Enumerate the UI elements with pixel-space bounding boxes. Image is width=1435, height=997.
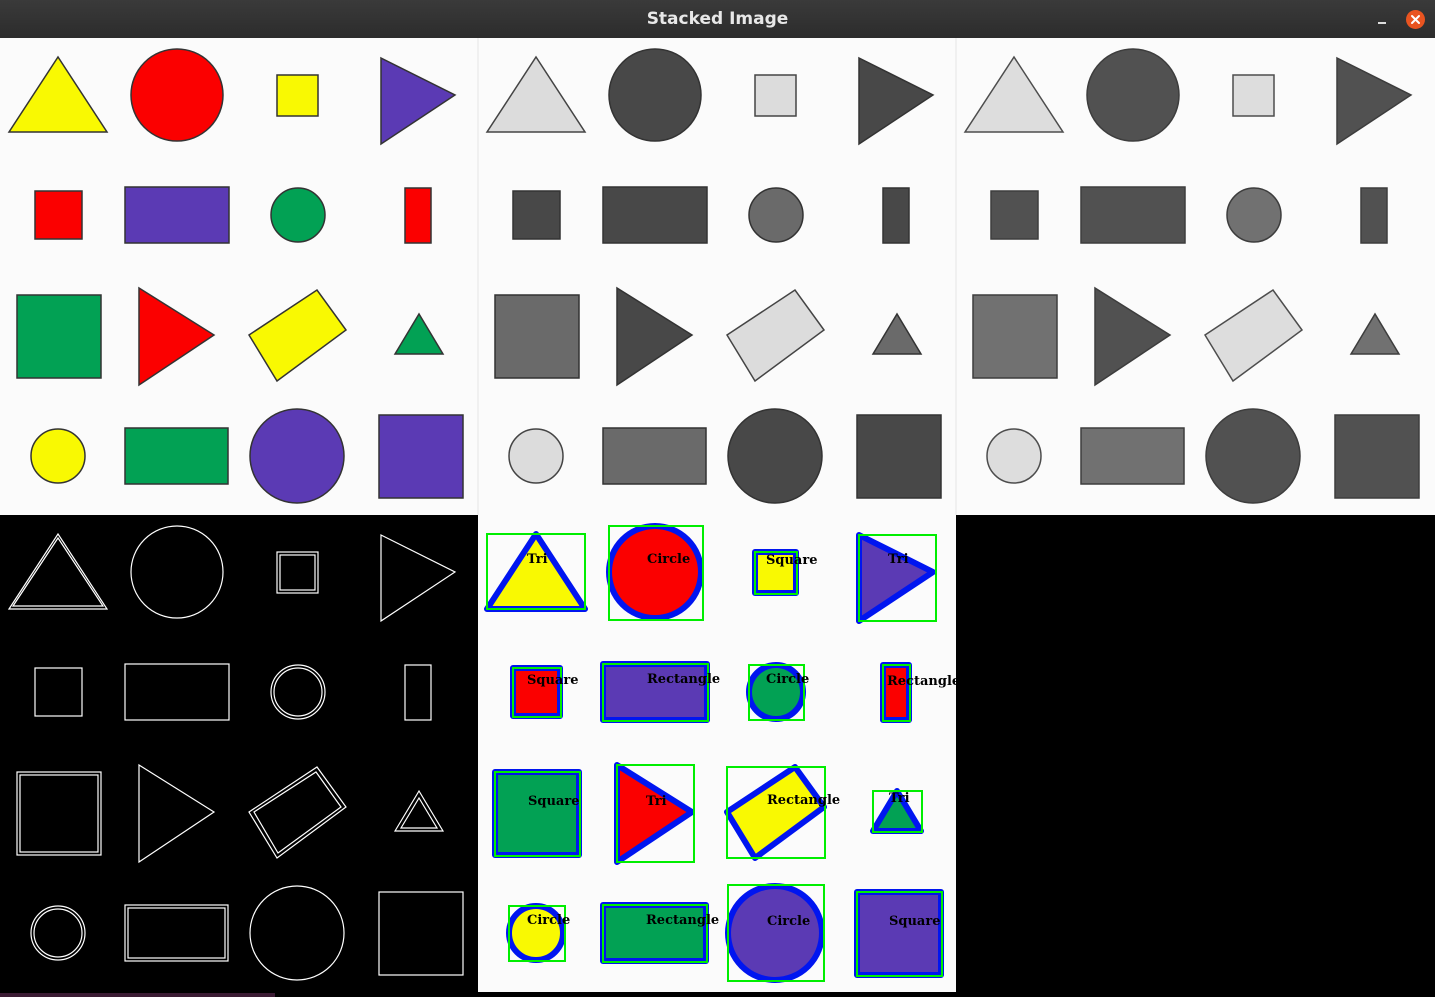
shape-label: Rectangle [647,672,720,687]
shape-label: Square [528,794,579,809]
taskbar-strip [0,993,275,997]
shape-label: Tri [527,552,548,567]
blank-panel [956,515,1435,993]
shape-label: Square [766,553,817,568]
shape-label: Tri [888,552,909,567]
shape-label: Square [527,673,578,688]
shape-label: Circle [647,552,690,567]
window-titlebar: Stacked Image [0,0,1435,39]
window-title: Stacked Image [646,9,789,29]
shape-label: Rectangle [646,913,719,928]
minimize-icon[interactable] [1372,9,1392,29]
shape-label: Square [889,914,940,929]
shape-label: Tri [646,794,667,809]
stacked-image: Tri Circle Square Tri Square Rectangle C… [0,38,1435,993]
shape-label: Circle [527,913,570,928]
shape-label: Circle [767,914,810,929]
shape-label: Rectangle [767,793,840,808]
shape-label: Tri [889,791,910,806]
shape-label: Rectangle [887,674,960,689]
close-icon[interactable] [1406,10,1425,29]
shape-label: Circle [766,672,809,687]
